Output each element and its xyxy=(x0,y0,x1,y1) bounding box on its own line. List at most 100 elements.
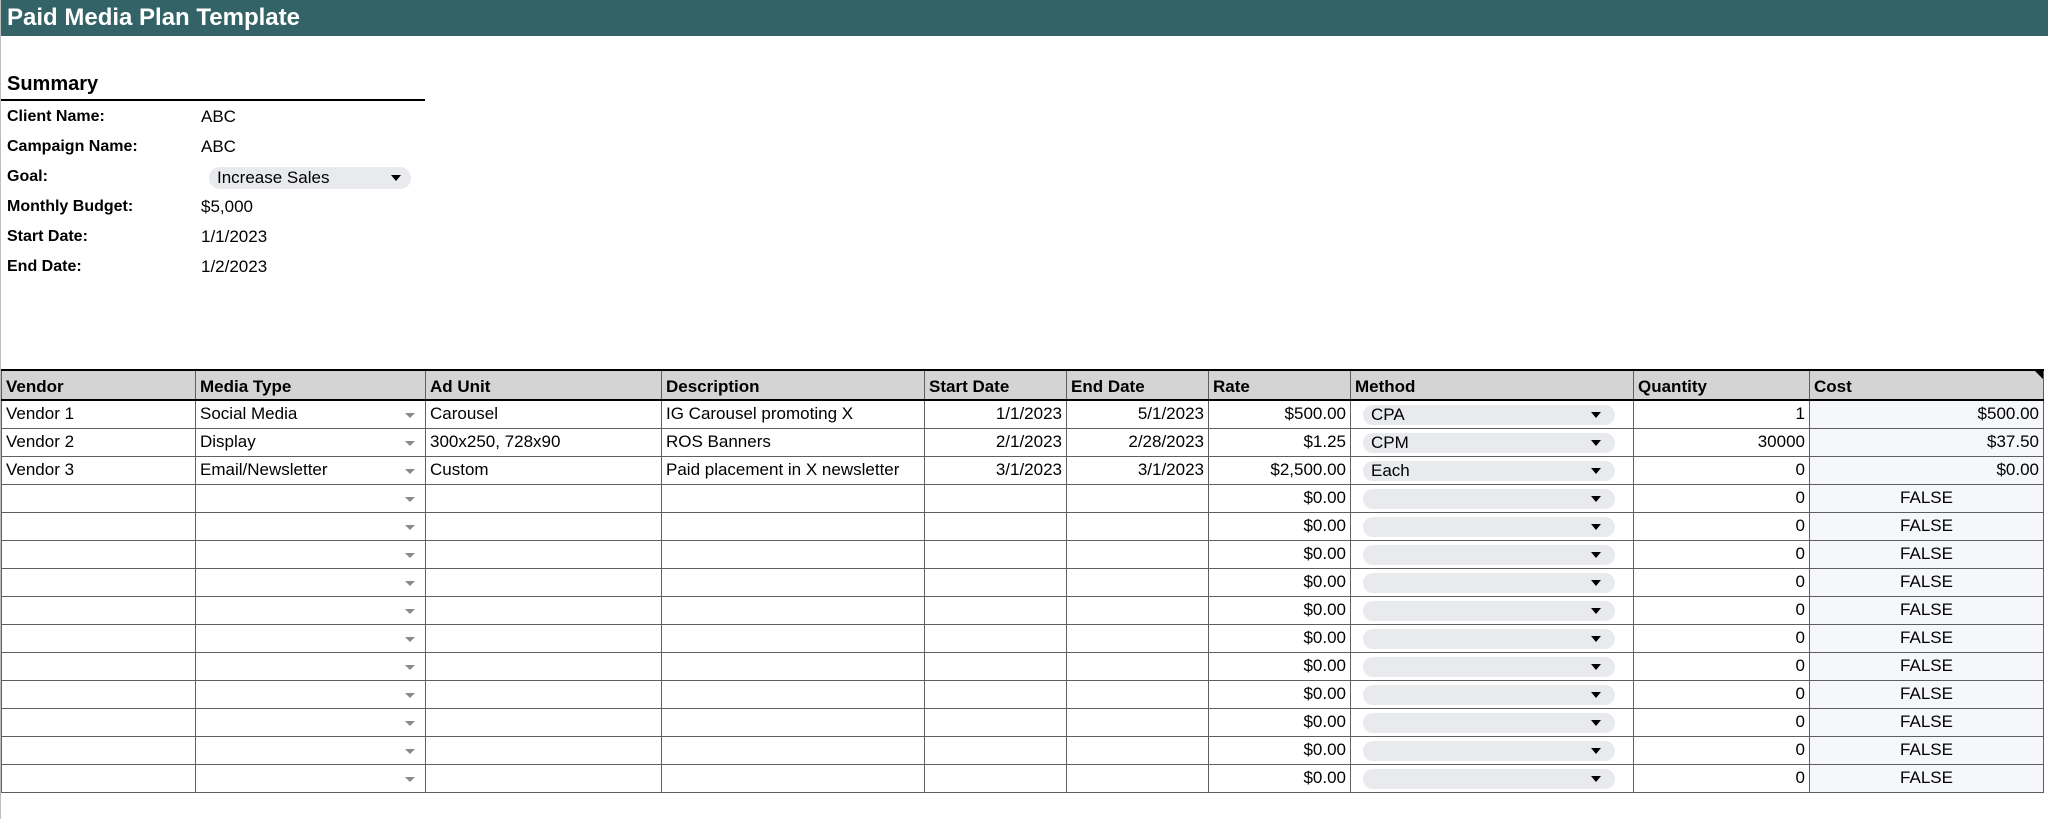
quantity-cell[interactable]: 0 xyxy=(1633,623,1810,653)
method-cell[interactable]: CPM xyxy=(1350,427,1634,457)
cost-cell[interactable]: FALSE xyxy=(1809,483,2044,513)
end-date-cell[interactable]: 2/28/2023 xyxy=(1066,427,1209,457)
chevron-down-icon[interactable] xyxy=(1591,523,1601,530)
chevron-down-icon[interactable] xyxy=(1591,635,1601,642)
ad-unit-cell[interactable] xyxy=(425,595,662,625)
media-type-cell[interactable] xyxy=(195,707,426,737)
rate-cell[interactable]: $0.00 xyxy=(1208,483,1351,513)
method-dropdown[interactable] xyxy=(1363,628,1615,649)
rate-cell[interactable]: $0.00 xyxy=(1208,679,1351,709)
chevron-down-icon[interactable] xyxy=(405,440,415,446)
campaign-name-value[interactable]: ABC xyxy=(201,137,236,157)
ad-unit-cell[interactable] xyxy=(425,567,662,597)
end-date-cell[interactable] xyxy=(1066,679,1209,709)
method-dropdown[interactable] xyxy=(1363,740,1615,761)
column-header-start-date[interactable]: Start Date xyxy=(924,369,1067,401)
start-date-cell[interactable] xyxy=(924,623,1067,653)
chevron-down-icon[interactable] xyxy=(405,468,415,474)
column-header-rate[interactable]: Rate xyxy=(1208,369,1351,401)
media-type-cell[interactable] xyxy=(195,623,426,653)
quantity-cell[interactable]: 0 xyxy=(1633,483,1810,513)
cost-cell[interactable]: $0.00 xyxy=(1809,455,2044,485)
start-date-cell[interactable] xyxy=(924,679,1067,709)
chevron-down-icon[interactable] xyxy=(1591,663,1601,670)
end-date-cell[interactable] xyxy=(1066,595,1209,625)
cost-cell[interactable]: FALSE xyxy=(1809,651,2044,681)
rate-cell[interactable]: $0.00 xyxy=(1208,707,1351,737)
method-dropdown[interactable]: CPM xyxy=(1363,432,1615,453)
vendor-cell[interactable] xyxy=(1,567,196,597)
chevron-down-icon[interactable] xyxy=(1591,551,1601,558)
description-cell[interactable] xyxy=(661,567,925,597)
description-cell[interactable] xyxy=(661,511,925,541)
start-date-cell[interactable]: 1/1/2023 xyxy=(924,399,1067,429)
chevron-down-icon[interactable] xyxy=(405,524,415,530)
description-cell[interactable] xyxy=(661,707,925,737)
method-cell[interactable] xyxy=(1350,567,1634,597)
cost-cell[interactable]: FALSE xyxy=(1809,707,2044,737)
chevron-down-icon[interactable] xyxy=(1591,747,1601,754)
quantity-cell[interactable]: 0 xyxy=(1633,455,1810,485)
method-cell[interactable]: Each xyxy=(1350,455,1634,485)
end-date-cell[interactable] xyxy=(1066,707,1209,737)
quantity-cell[interactable]: 0 xyxy=(1633,539,1810,569)
vendor-cell[interactable] xyxy=(1,539,196,569)
chevron-down-icon[interactable] xyxy=(1591,412,1601,418)
media-type-cell[interactable] xyxy=(195,511,426,541)
quantity-cell[interactable]: 1 xyxy=(1633,399,1810,429)
description-cell[interactable] xyxy=(661,763,925,793)
start-date-cell[interactable] xyxy=(924,707,1067,737)
goal-dropdown[interactable]: Increase Sales xyxy=(209,167,411,189)
method-dropdown[interactable] xyxy=(1363,656,1615,677)
start-date-cell[interactable] xyxy=(924,567,1067,597)
vendor-cell[interactable] xyxy=(1,511,196,541)
ad-unit-cell[interactable] xyxy=(425,623,662,653)
start-date-cell[interactable] xyxy=(924,651,1067,681)
rate-cell[interactable]: $2,500.00 xyxy=(1208,455,1351,485)
description-cell[interactable] xyxy=(661,623,925,653)
end-date-cell[interactable] xyxy=(1066,735,1209,765)
method-cell[interactable] xyxy=(1350,735,1634,765)
end-date-cell[interactable] xyxy=(1066,483,1209,513)
chevron-down-icon[interactable] xyxy=(1591,607,1601,614)
chevron-down-icon[interactable] xyxy=(1591,579,1601,586)
ad-unit-cell[interactable] xyxy=(425,539,662,569)
chevron-down-icon[interactable] xyxy=(405,664,415,670)
quantity-cell[interactable]: 0 xyxy=(1633,763,1810,793)
rate-cell[interactable]: $500.00 xyxy=(1208,399,1351,429)
rate-cell[interactable]: $0.00 xyxy=(1208,567,1351,597)
description-cell[interactable] xyxy=(661,483,925,513)
start-date-cell[interactable] xyxy=(924,539,1067,569)
cost-cell[interactable]: FALSE xyxy=(1809,735,2044,765)
media-type-cell[interactable] xyxy=(195,483,426,513)
method-dropdown[interactable]: Each xyxy=(1363,460,1615,481)
description-cell[interactable] xyxy=(661,679,925,709)
chevron-down-icon[interactable] xyxy=(1591,719,1601,726)
chevron-down-icon[interactable] xyxy=(391,175,401,181)
monthly-budget-value[interactable]: $5,000 xyxy=(201,197,253,217)
method-cell[interactable] xyxy=(1350,595,1634,625)
column-header-method[interactable]: Method xyxy=(1350,369,1634,401)
ad-unit-cell[interactable] xyxy=(425,735,662,765)
method-dropdown[interactable]: CPA xyxy=(1363,405,1615,425)
end-date-cell[interactable] xyxy=(1066,511,1209,541)
vendor-cell[interactable] xyxy=(1,763,196,793)
description-cell[interactable] xyxy=(661,539,925,569)
chevron-down-icon[interactable] xyxy=(405,748,415,754)
media-type-cell[interactable] xyxy=(195,735,426,765)
column-header-end-date[interactable]: End Date xyxy=(1066,369,1209,401)
method-dropdown[interactable] xyxy=(1363,488,1615,509)
end-date-cell[interactable] xyxy=(1066,567,1209,597)
start-date-cell[interactable] xyxy=(924,483,1067,513)
method-dropdown[interactable] xyxy=(1363,712,1615,733)
cost-cell[interactable]: FALSE xyxy=(1809,511,2044,541)
quantity-cell[interactable]: 0 xyxy=(1633,707,1810,737)
description-cell[interactable]: IG Carousel promoting X xyxy=(661,399,925,429)
chevron-down-icon[interactable] xyxy=(1591,775,1601,782)
ad-unit-cell[interactable] xyxy=(425,483,662,513)
quantity-cell[interactable]: 30000 xyxy=(1633,427,1810,457)
cost-cell[interactable]: $500.00 xyxy=(1809,399,2044,429)
method-dropdown[interactable] xyxy=(1363,516,1615,537)
media-type-cell[interactable]: Display xyxy=(195,427,426,457)
cost-cell[interactable]: FALSE xyxy=(1809,623,2044,653)
